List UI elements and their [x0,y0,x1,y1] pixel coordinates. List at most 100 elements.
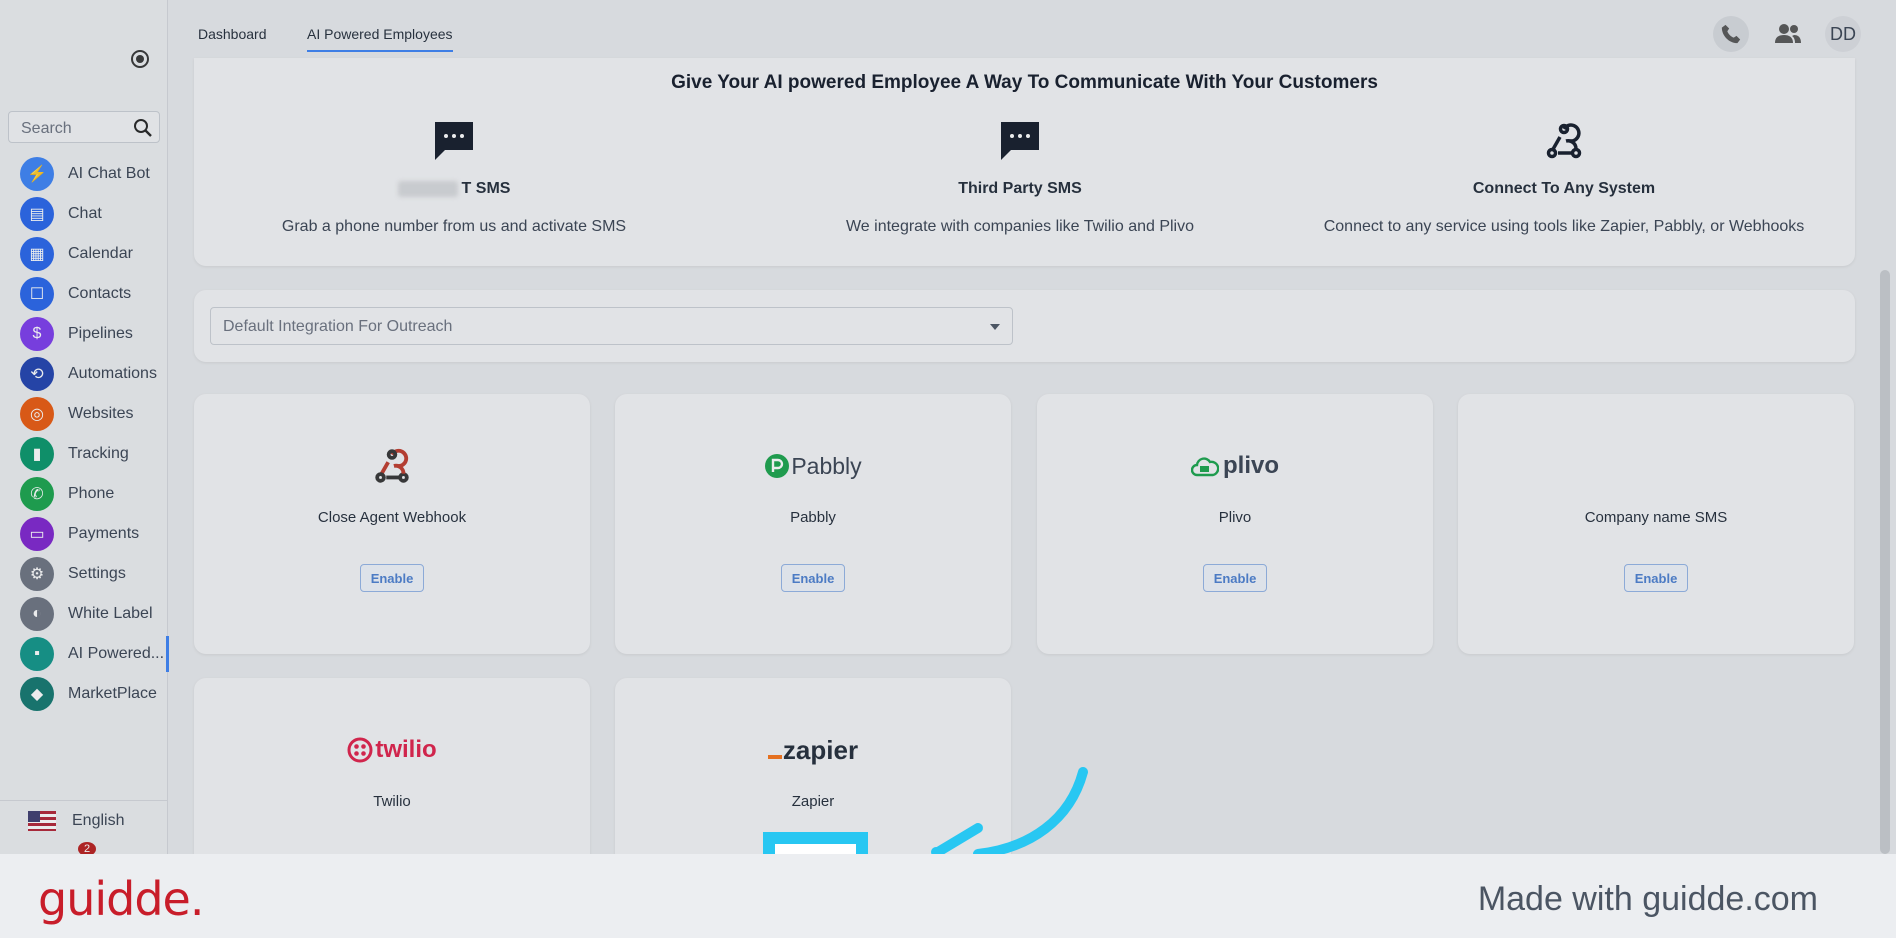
sidebar-item-label: Chat [68,205,102,222]
pabbly-logo-text: Pabbly [791,452,862,479]
sidebar-item-white-label[interactable]: ◐ White Label [0,594,168,634]
webhook-icon [1546,123,1582,159]
integration-name: Pabbly [790,509,836,526]
default-integration-select[interactable]: Default Integration For Outreach [210,307,1013,345]
bolt-icon: ⚡ [20,157,54,191]
sidebar-item-chat[interactable]: ▤ Chat [0,194,168,234]
sidebar-item-label: White Label [68,605,153,622]
guidde-logo: guidde. [38,872,204,926]
page-title: Give Your AI powered Employee A Way To C… [671,72,1378,93]
sidebar-item-label: Websites [68,405,134,422]
palette-icon: ◐ [20,597,54,631]
enable-button[interactable]: Enable [1624,564,1688,592]
sidebar-item-label: MarketPlace [68,685,157,702]
webhook-icon [375,448,409,483]
enable-button[interactable]: Enable [1203,564,1267,592]
sidebar-item-label: Settings [68,565,126,582]
automation-icon: ⟲ [20,357,54,391]
sidebar-item-ai-powered[interactable]: ▪ AI Powered... [0,634,169,674]
option-third-party-sms-desc: We integrate with companies like Twilio … [845,218,1195,235]
sidebar-item-settings[interactable]: ⚙ Settings [0,554,168,594]
integration-name: Close Agent Webhook [317,509,467,526]
twilio-logo: twilio [194,728,590,772]
sidebar-item-ai-chat-bot[interactable]: ⚡ AI Chat Bot [0,154,168,194]
sidebar-nav: ⚡ AI Chat Bot ▤ Chat ▦ Calendar ☐ Contacts $ Pipe… [0,154,169,714]
option-third-party-sms[interactable]: Third Party SMS We integrate with compan… [760,116,1280,236]
dollar-icon: $ [20,317,54,351]
sidebar-item-tracking[interactable]: ▮ Tracking [0,434,168,474]
sidebar-item-label: Phone [68,485,115,502]
integration-card-company-sms: Company name SMS Enable [1458,394,1854,654]
option-connect-any-system-desc: Connect to any service using tools like … [1323,218,1805,235]
sidebar-item-contacts[interactable]: ☐ Contacts [0,274,168,314]
avatar[interactable]: DD [1825,16,1861,52]
twilio-logo-text: twilio [375,736,437,763]
calendar-icon: ▦ [20,237,54,271]
scrollbar[interactable] [1880,270,1890,854]
tab-dashboard[interactable]: Dashboard [198,26,267,42]
sidebar-item-calendar[interactable]: ▦ Calendar [0,234,168,274]
plivo-logo: plivo [1037,444,1433,488]
integration-name: Plivo [1218,509,1252,526]
chart-icon: ▮ [20,437,54,471]
integration-card-pabbly: Pabbly Pabbly Enable [615,394,1011,654]
sidebar-item-label: Calendar [68,245,133,262]
sms-bubble-icon [435,122,473,160]
default-integration-placeholder: Default Integration For Outreach [223,318,453,335]
sidebar-item-label: Payments [68,525,140,542]
us-flag-icon [28,810,56,831]
search-input[interactable]: Search [8,111,160,143]
search-placeholder: Search [21,120,72,137]
pointer-arrow-icon [931,767,1088,859]
outreach-integration-card: Default Integration For Outreach [194,290,1855,362]
sidebar-item-websites[interactable]: ◎ Websites [0,394,168,434]
sidebar-toggle-icon[interactable] [131,50,149,68]
sidebar-item-label: AI Chat Bot [68,165,150,182]
sidebar-item-label: Automations [68,365,157,382]
enable-button[interactable]: Enable [781,564,845,592]
sidebar-item-marketplace[interactable]: ◆ MarketPlace [0,674,168,714]
search-icon[interactable] [133,118,153,138]
made-with-text: Made with guidde.com [1477,880,1818,918]
phone-icon[interactable] [1713,16,1749,52]
option-connect-any-system[interactable]: Connect To Any System Connect to any ser… [1304,116,1824,236]
communication-options-card: Give Your AI powered Employee A Way To C… [194,58,1855,266]
sidebar-item-label: Tracking [68,445,129,462]
enable-button[interactable]: Enable [360,564,424,592]
users-icon[interactable] [1770,16,1806,52]
pabbly-logo: Pabbly [615,444,1011,488]
chat-icon: ▤ [20,197,54,231]
option-own-sms-name: T SMS [461,180,511,197]
sidebar-item-label: Contacts [68,285,132,302]
card-icon: ▭ [20,517,54,551]
blurred-company-name [397,180,458,197]
sidebar-item-payments[interactable]: ▭ Payments [0,514,168,554]
zapier-underscore-icon [767,755,782,759]
sidebar: Search ⚡ AI Chat Bot ▤ Chat ▦ Calendar ☐ Contac… [0,0,169,856]
plivo-logo-text: plivo [1222,452,1279,479]
language-selector[interactable]: English [0,800,168,840]
zapier-logo-text: zapier [782,734,859,765]
marketplace-icon: ◆ [20,677,54,711]
ai-chat-icon: ▪ [20,637,54,671]
sidebar-item-pipelines[interactable]: $ Pipelines [0,314,168,354]
option-third-party-sms-name: Third Party SMS [958,180,1082,197]
sidebar-item-label: AI Powered... [68,645,165,662]
sms-bubble-icon [1001,122,1039,160]
sidebar-item-phone[interactable]: ✆ Phone [0,474,168,514]
integration-name: Twilio [373,793,411,810]
option-own-sms-desc: Grab a phone number from us and activate… [281,218,627,235]
gear-icon: ⚙ [20,557,54,591]
option-own-sms[interactable]: T SMS Grab a phone number from us and ac… [194,116,714,236]
sidebar-item-automations[interactable]: ⟲ Automations [0,354,168,394]
top-bar: Dashboard AI Powered Employees DD [169,0,1896,58]
integration-card-plivo: plivo Plivo Enable [1037,394,1433,654]
chevron-down-icon [990,324,1000,330]
guidde-footer: guidde. Made with guidde.com [0,854,1896,938]
contacts-icon: ☐ [20,277,54,311]
tab-ai-powered-employees[interactable]: AI Powered Employees [307,26,453,52]
websites-icon: ◎ [20,397,54,431]
integration-card-close-agent-webhook: Close Agent Webhook Enable [194,394,590,654]
sidebar-item-label: Pipelines [68,325,133,342]
phone-icon: ✆ [20,477,54,511]
